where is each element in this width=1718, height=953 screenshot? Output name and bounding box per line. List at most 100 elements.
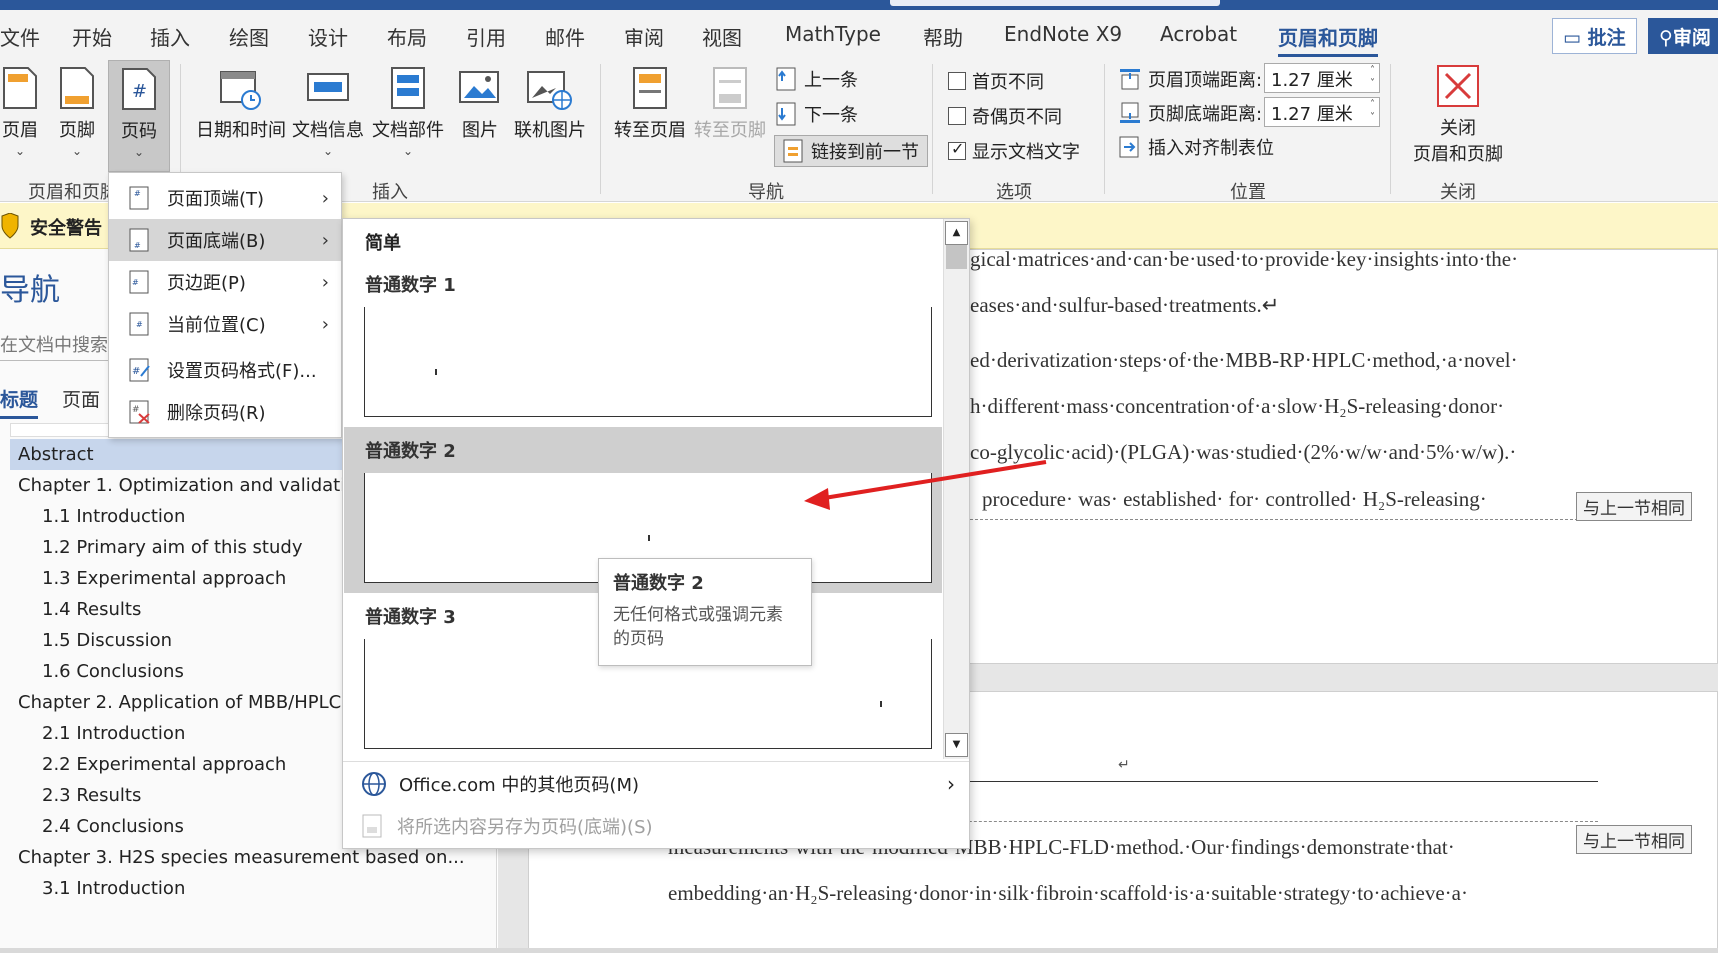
tab-review[interactable]: 审阅 bbox=[624, 22, 664, 51]
header-button[interactable]: 页眉 ⌄ bbox=[0, 66, 40, 158]
format-page-number-icon: # bbox=[129, 358, 150, 382]
more-page-numbers-office[interactable]: Office.com 中的其他页码(M) › bbox=[343, 763, 969, 805]
chevron-down-icon: ⌄ bbox=[71, 144, 83, 158]
doc-info-button[interactable]: 文档信息 ⌄ bbox=[292, 66, 364, 158]
review-label: 审阅 bbox=[1672, 27, 1711, 49]
scroll-up-icon[interactable]: ▲ bbox=[945, 221, 968, 245]
nav-tab-headings[interactable]: 标题 bbox=[0, 385, 39, 419]
chevron-down-icon: ⌄ bbox=[133, 145, 145, 159]
return-mark: ↵ bbox=[1118, 757, 1130, 773]
menu-item-label: 设置页码格式(F)... bbox=[167, 361, 317, 382]
footer-icon bbox=[60, 67, 94, 109]
menu-item-top-of-page[interactable]: # 页面顶端(T) › bbox=[109, 177, 341, 219]
doc-line: procedure· was· established· for· contro… bbox=[982, 487, 1487, 511]
goto-header-label: 转至页眉 bbox=[614, 120, 686, 141]
tab-draw[interactable]: 绘图 bbox=[229, 22, 269, 51]
chevron-right-icon: › bbox=[321, 187, 329, 209]
header-distance-input[interactable]: 1.27 厘米 ˄ ˅ bbox=[1264, 63, 1380, 93]
menu-item-page-margins[interactable]: # 页边距(P) › bbox=[109, 261, 341, 303]
show-document-text-checkbox[interactable]: 显示文档文字 bbox=[948, 138, 1080, 164]
footer-distance-input[interactable]: 1.27 厘米 ˄ ˅ bbox=[1264, 97, 1380, 127]
insert-alignment-tab-button[interactable]: 插入对齐制表位 bbox=[1118, 134, 1274, 160]
footer-distance-value: 1.27 厘米 bbox=[1271, 104, 1353, 125]
spinner-arrows-icon[interactable]: ˄ ˅ bbox=[1370, 64, 1375, 90]
next-button[interactable]: 下一条 bbox=[776, 101, 858, 127]
comment-button[interactable]: ▭ 批注 bbox=[1552, 18, 1637, 54]
online-picture-button[interactable]: 联机图片 bbox=[514, 66, 586, 142]
tab-references[interactable]: 引用 bbox=[466, 22, 506, 51]
link-icon bbox=[783, 139, 803, 163]
tab-help[interactable]: 帮助 bbox=[923, 22, 963, 51]
page-number-label: 页码 bbox=[121, 121, 157, 142]
page-bottom-icon: # bbox=[129, 228, 149, 252]
online-picture-icon bbox=[527, 71, 572, 110]
previous-button[interactable]: 上一条 bbox=[776, 66, 858, 92]
title-search-box[interactable] bbox=[890, 0, 1220, 6]
date-time-button[interactable]: 日期和时间 bbox=[196, 66, 286, 142]
globe-icon bbox=[362, 772, 386, 796]
footer-button[interactable]: 页脚 ⌄ bbox=[54, 66, 100, 158]
menu-item-bottom-of-page[interactable]: # 页面底端(B) › bbox=[109, 219, 341, 261]
doc-line: embedding·an·H₂S-releasing·donor·in·silk… bbox=[668, 881, 1468, 905]
goto-footer-icon bbox=[713, 67, 747, 109]
ribbon-tab-bar: 文件 开始 插入 绘图 设计 布局 引用 邮件 审阅 视图 MathType 帮… bbox=[0, 10, 1718, 58]
gallery-scrollbar[interactable]: ▲ ▼ bbox=[943, 219, 969, 759]
chevron-right-icon: › bbox=[321, 313, 329, 335]
footer-distance-text: 页脚底端距离: bbox=[1148, 104, 1263, 125]
scroll-thumb[interactable] bbox=[946, 245, 967, 269]
link-to-previous-button[interactable]: 链接到前一节 bbox=[774, 135, 928, 167]
title-bar bbox=[0, 0, 1718, 10]
tab-mathtype[interactable]: MathType bbox=[785, 22, 881, 46]
group-label-navigation: 导航 bbox=[748, 182, 784, 203]
navigation-title: 导航 bbox=[0, 273, 60, 308]
save-gallery-icon bbox=[362, 814, 382, 838]
goto-header-button[interactable]: 转至页眉 bbox=[614, 66, 686, 142]
same-as-previous-tag: 与上一节相同 bbox=[1576, 492, 1692, 521]
menu-item-format-page-numbers[interactable]: # 设置页码格式(F)... bbox=[109, 349, 341, 391]
picture-button[interactable]: 图片 bbox=[458, 66, 502, 142]
gallery-item-title: 普通数字 2 bbox=[365, 441, 456, 462]
different-odd-even-checkbox[interactable]: 奇偶页不同 bbox=[948, 103, 1062, 129]
group-label-options: 选项 bbox=[996, 182, 1032, 203]
next-icon bbox=[776, 102, 796, 126]
different-first-page-checkbox[interactable]: 首页不同 bbox=[948, 68, 1044, 94]
menu-item-remove-page-numbers[interactable]: # 删除页码(R) bbox=[109, 391, 341, 433]
close-header-footer-button[interactable]: 关闭 页眉和页脚 bbox=[1406, 64, 1510, 166]
menu-item-current-position[interactable]: # 当前位置(C) › bbox=[109, 303, 341, 345]
spinner-arrows-icon[interactable]: ˄ ˅ bbox=[1370, 98, 1375, 124]
doc-parts-button[interactable]: 文档部件 ⌄ bbox=[372, 66, 444, 158]
tab-mailings[interactable]: 邮件 bbox=[545, 22, 585, 51]
scroll-down-icon[interactable]: ▼ bbox=[945, 733, 968, 757]
menu-item-label: 当前位置(C) bbox=[167, 315, 266, 336]
search-placeholder: 在文档中搜索 bbox=[0, 335, 108, 356]
chevron-down-icon: ⌄ bbox=[14, 144, 26, 158]
document-info-icon bbox=[307, 73, 349, 101]
tab-header-footer[interactable]: 页眉和页脚 bbox=[1278, 22, 1378, 57]
doc-parts-label: 文档部件 bbox=[372, 120, 444, 141]
page-number-marker bbox=[435, 369, 437, 375]
tab-endnote[interactable]: EndNote X9 bbox=[1004, 22, 1122, 46]
gallery-item-plain-number-1[interactable] bbox=[364, 307, 932, 417]
svg-text:#: # bbox=[132, 366, 140, 377]
tab-layout[interactable]: 布局 bbox=[387, 22, 427, 51]
tab-acrobat[interactable]: Acrobat bbox=[1160, 22, 1237, 46]
page-number-menu: # 页面顶端(T) › # 页面底端(B) › # 页边距(P) › # 当前位置(C… bbox=[108, 172, 342, 438]
group-label-close: 关闭 bbox=[1440, 182, 1476, 203]
page-number-button[interactable]: # 页码 ⌄ bbox=[108, 60, 170, 172]
tab-insert[interactable]: 插入 bbox=[150, 22, 190, 51]
tooltip-description: 无任何格式或强调元素的页码 bbox=[613, 605, 783, 649]
nav-tab-pages[interactable]: 页面 bbox=[62, 385, 100, 412]
svg-text:#: # bbox=[136, 320, 143, 329]
tab-design[interactable]: 设计 bbox=[308, 22, 348, 51]
group-label-header-footer: 页眉和页脚 bbox=[28, 182, 118, 203]
toc-item[interactable]: 3.1 Introduction bbox=[10, 873, 497, 904]
save-selection-as-page-number[interactable]: 将所选内容另存为页码(底端)(S) bbox=[343, 805, 969, 847]
tab-view[interactable]: 视图 bbox=[702, 22, 742, 51]
review-share-button[interactable]: ⚲审阅 bbox=[1648, 18, 1718, 54]
group-label-position: 位置 bbox=[1230, 182, 1266, 203]
chevron-down-icon: ⌄ bbox=[322, 144, 334, 158]
close-label-line1: 关闭 bbox=[1440, 118, 1476, 139]
goto-footer-button[interactable]: 转至页脚 bbox=[694, 66, 766, 142]
tab-file[interactable]: 文件 bbox=[0, 22, 40, 51]
tab-home[interactable]: 开始 bbox=[72, 22, 112, 51]
